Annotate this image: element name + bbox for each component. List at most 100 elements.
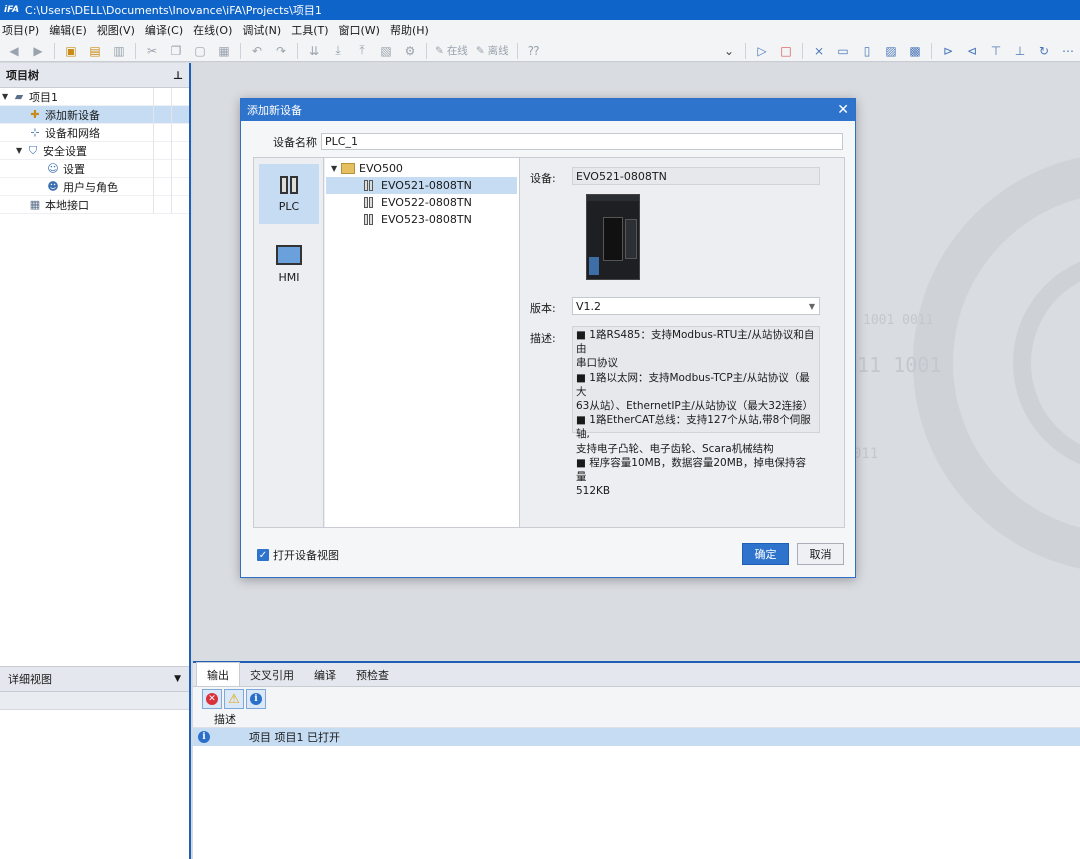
expand-arrow-icon[interactable]: ▼ (2, 92, 12, 101)
device-item[interactable]: EVO522-0808TN (325, 194, 519, 211)
undo-icon[interactable]: ↶ (248, 42, 266, 60)
pencil-icon: ✎ (435, 44, 444, 57)
tree-item-security[interactable]: ▼ ⛉ 安全设置 (0, 142, 189, 160)
tree-columns (153, 88, 189, 106)
redo-icon[interactable]: ↷ (272, 42, 290, 60)
watch-icon[interactable]: ▯ (858, 42, 876, 60)
step-into-icon[interactable]: ⊳ (939, 42, 957, 60)
hmi-icon (276, 244, 302, 265)
category-label: HMI (278, 270, 300, 284)
forward-icon[interactable]: ▶ (29, 42, 47, 60)
help-query-icon[interactable]: ⁇ (525, 42, 543, 60)
tab-cross-reference[interactable]: 交叉引用 (240, 664, 304, 686)
expand-arrow-icon[interactable]: ▼ (331, 164, 341, 173)
plc-icon (280, 175, 298, 194)
tab-compile[interactable]: 编译 (304, 664, 346, 686)
go-online-button[interactable]: ✎ 在线 (435, 43, 468, 58)
tree-columns (153, 142, 189, 160)
tab-output[interactable]: 输出 (196, 662, 240, 686)
menu-compile[interactable]: 编译(C) (145, 22, 191, 38)
step-out-icon[interactable]: ⊤ (987, 42, 1005, 60)
tree-columns (153, 196, 189, 214)
run-icon[interactable]: ▷ (753, 42, 771, 60)
caret-down-icon[interactable]: ▼ (174, 674, 181, 684)
category-plc[interactable]: PLC (259, 164, 319, 224)
project-tree-panel: 项目树 ⊥ ▼ ▰ 项目1 ✚ 添加新设备 ⊹ 设备和网络 ▼ ⛉ 安全设置 ☺… (0, 63, 191, 859)
version-select[interactable]: V1.2 ▼ (572, 297, 820, 315)
menu-window[interactable]: 窗口(W) (339, 22, 388, 38)
menu-project[interactable]: 项目(P) (2, 22, 47, 38)
cut-icon[interactable]: ✂ (143, 42, 161, 60)
device-item-label: EVO521-0808TN (381, 179, 472, 192)
save-icon[interactable]: ▥ (110, 42, 128, 60)
back-icon[interactable]: ◀ (5, 42, 23, 60)
download-icon[interactable]: ⤓ (329, 42, 347, 60)
menu-debug[interactable]: 调试(N) (242, 22, 289, 38)
detail-view-header[interactable]: 详细视图 ▼ (0, 666, 189, 692)
expand-arrow-icon[interactable]: ▼ (16, 146, 26, 155)
menu-edit[interactable]: 编辑(E) (49, 22, 95, 38)
cross-tool-icon[interactable]: ⨯ (810, 42, 828, 60)
delete-icon[interactable]: ▦ (215, 42, 233, 60)
go-offline-button[interactable]: ✎ 离线 (476, 43, 509, 58)
menu-help[interactable]: 帮助(H) (390, 22, 437, 38)
open-device-view-checkbox[interactable]: ✓ 打开设备视图 (257, 547, 339, 563)
info-icon: i (250, 693, 262, 705)
project-icon: ▰ (14, 90, 24, 103)
settings-tool-icon[interactable]: ⚙ (401, 42, 419, 60)
toolbar: ◀ ▶ ▣ ▤ ▥ ✂ ❐ ▢ ▦ ↶ ↷ ⇊ ⤓ ⤒ ▧ ⚙ ✎ 在线 ✎ 离线 … (0, 40, 1080, 62)
new-project-icon[interactable]: ▣ (62, 42, 80, 60)
force-icon[interactable]: ▨ (882, 42, 900, 60)
menu-tools[interactable]: 工具(T) (291, 22, 336, 38)
device-name-input[interactable]: PLC_1 (321, 133, 843, 150)
device-item[interactable]: EVO521-0808TN (326, 177, 517, 194)
description-line: ■ 1路RS485：支持Modbus-RTU主/从站协议和自由 (576, 329, 815, 356)
refresh-icon[interactable]: ↻ (1035, 42, 1053, 60)
step-over-icon[interactable]: ⊲ (963, 42, 981, 60)
description-box: ■ 1路RS485：支持Modbus-RTU主/从站协议和自由 串口协议 ■ 1… (572, 326, 820, 497)
upload-icon[interactable]: ⤒ (353, 42, 371, 60)
plc-device-image (586, 194, 640, 280)
monitor-icon[interactable]: ▭ (834, 42, 852, 60)
compile-icon[interactable]: ⇊ (305, 42, 323, 60)
tree-item-add-device[interactable]: ✚ 添加新设备 (0, 106, 189, 124)
output-row-text: 项目 项目1 已打开 (249, 731, 340, 744)
error-filter-button[interactable]: ✕ (202, 689, 222, 709)
tab-precheck[interactable]: 预检查 (346, 664, 399, 686)
open-folder-icon[interactable]: ▤ (86, 42, 104, 60)
tree-columns (153, 106, 189, 124)
cancel-button[interactable]: 取消 (797, 543, 844, 565)
category-hmi[interactable]: HMI (259, 234, 319, 294)
tree-item-local-interface[interactable]: ▦ 本地接口 (0, 196, 189, 214)
user-settings-icon: ☺ (47, 162, 59, 175)
menu-online[interactable]: 在线(O) (193, 22, 240, 38)
output-row[interactable]: i 项目 项目1 已打开 (193, 728, 1080, 746)
stop-icon[interactable]: □ (777, 42, 795, 60)
tree-item-label: 本地接口 (45, 198, 89, 212)
more-tools-icon[interactable]: ⋯ (1059, 42, 1077, 60)
warning-icon: ⚠ (228, 691, 240, 707)
pin-icon[interactable]: ⊥ (173, 69, 183, 82)
open-device-view-label: 打开设备视图 (273, 549, 339, 562)
breakpoint-icon[interactable]: ⊥ (1011, 42, 1029, 60)
tree-item-project[interactable]: ▼ ▰ 项目1 (0, 88, 189, 106)
tree-item-settings[interactable]: ☺ 设置 (0, 160, 189, 178)
info-filter-button[interactable]: i (246, 689, 266, 709)
device-group-row[interactable]: ▼ EVO500 (325, 160, 519, 177)
tree-item-devices-network[interactable]: ⊹ 设备和网络 (0, 124, 189, 142)
version-label: 版本: (530, 302, 556, 315)
close-icon[interactable]: ✕ (837, 102, 849, 118)
chevron-down-icon[interactable]: ⌄ (720, 42, 738, 60)
trace-icon[interactable]: ▩ (906, 42, 924, 60)
device-tree: ▼ EVO500 EVO521-0808TN EVO522-0808TN EVO… (325, 158, 520, 527)
menu-view[interactable]: 视图(V) (97, 22, 143, 38)
tree-item-users-roles[interactable]: ☻ 用户与角色 (0, 178, 189, 196)
project-tree-header: 项目树 ⊥ (0, 63, 189, 88)
paste-icon[interactable]: ▢ (191, 42, 209, 60)
device-item[interactable]: EVO523-0808TN (325, 211, 519, 228)
description-label: 描述: (530, 332, 556, 345)
ok-button[interactable]: 确定 (742, 543, 789, 565)
warning-filter-button[interactable]: ⚠ (224, 689, 244, 709)
copy-icon[interactable]: ❐ (167, 42, 185, 60)
compare-icon[interactable]: ▧ (377, 42, 395, 60)
